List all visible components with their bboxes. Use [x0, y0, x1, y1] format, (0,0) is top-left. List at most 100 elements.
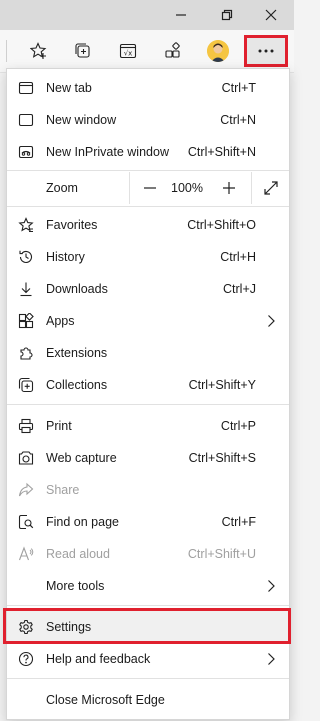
menu-shortcut: Ctrl+N	[220, 113, 256, 127]
add-favorite-icon	[30, 42, 47, 59]
menu-label: History	[46, 250, 85, 264]
menu-label: Find on page	[46, 515, 119, 529]
extensions-button[interactable]	[158, 36, 188, 66]
menu-item-extensions[interactable]: Extensions	[7, 337, 289, 369]
menu-shortcut: Ctrl+Shift+S	[188, 451, 256, 465]
menu-divider	[7, 206, 289, 207]
menu-item-apps[interactable]: Apps	[7, 305, 289, 337]
menu-label: Print	[46, 419, 72, 433]
close-window-button[interactable]	[248, 0, 294, 30]
chevron-right-icon	[268, 653, 275, 665]
menu-divider	[7, 404, 289, 405]
history-icon	[19, 250, 33, 263]
menu-item-find-on-page[interactable]: Find on page Ctrl+F	[7, 506, 289, 538]
fullscreen-button[interactable]	[262, 179, 280, 197]
menu-divider	[7, 678, 289, 679]
zoom-in-button[interactable]	[219, 178, 239, 198]
collections-icon	[75, 43, 90, 58]
restore-button[interactable]	[204, 0, 250, 30]
menu-label: Read aloud	[46, 547, 110, 561]
menu-item-more-tools[interactable]: More tools	[7, 570, 289, 602]
new-tab-icon	[18, 81, 34, 95]
menu-item-help-and-feedback[interactable]: Help and feedback	[7, 643, 289, 675]
menu-item-close-edge[interactable]: Close Microsoft Edge	[7, 684, 289, 716]
chevron-right-icon	[268, 315, 275, 327]
menu-label: Downloads	[46, 282, 108, 296]
chevron-right-icon	[268, 580, 275, 592]
toolbar-divider	[0, 40, 7, 62]
menu-item-share[interactable]: Share	[7, 474, 289, 506]
menu-label: Extensions	[46, 346, 108, 360]
find-icon	[18, 514, 34, 530]
menu-divider	[7, 170, 289, 171]
add-favorite-button[interactable]	[24, 36, 54, 66]
svg-text:√x: √x	[124, 50, 133, 58]
menu-label: New tab	[46, 81, 92, 95]
menu-label: Collections	[46, 378, 108, 392]
help-icon	[18, 651, 34, 667]
menu-item-web-capture[interactable]: Web capture Ctrl+Shift+S	[7, 442, 289, 474]
profile-avatar[interactable]	[207, 40, 229, 62]
zoom-value: 100%	[171, 181, 203, 195]
menu-label: More tools	[46, 579, 105, 593]
menu-label: New window	[46, 113, 117, 127]
zoom-row: Zoom 100%	[7, 172, 289, 204]
menu-item-print[interactable]: Print Ctrl+P	[7, 410, 289, 442]
new-window-icon	[18, 113, 34, 127]
close-icon	[265, 9, 277, 21]
menu-item-favorites[interactable]: Favorites Ctrl+Shift+O	[7, 209, 289, 241]
menu-shortcut: Ctrl+Shift+U	[187, 547, 256, 561]
menu-item-collections[interactable]: Collections Ctrl+Shift+Y	[7, 369, 289, 401]
print-icon	[18, 418, 34, 434]
menu-shortcut: Ctrl+Shift+Y	[188, 378, 256, 392]
settings-menu: New tab Ctrl+T New window Ctrl+N New InP…	[3, 68, 291, 720]
menu-item-downloads[interactable]: Downloads Ctrl+J	[7, 273, 289, 305]
minimize-icon	[176, 14, 186, 16]
settings-and-more-button[interactable]	[244, 35, 288, 67]
menu-label: Web capture	[46, 451, 117, 465]
menu-item-new-inprivate-window[interactable]: New InPrivate window Ctrl+Shift+N	[7, 136, 289, 168]
menu-shortcut: Ctrl+F	[221, 515, 256, 529]
fullscreen-icon	[264, 181, 278, 195]
zoom-divider	[251, 172, 252, 204]
menu-label: Apps	[46, 314, 75, 328]
plus-icon	[223, 182, 235, 194]
collections-button[interactable]	[68, 36, 98, 66]
inprivate-icon	[18, 145, 34, 159]
menu-label: Help and feedback	[46, 652, 151, 666]
menu-label: Close Microsoft Edge	[46, 693, 165, 707]
minimize-button[interactable]	[158, 0, 204, 30]
favorites-icon	[18, 217, 34, 232]
more-icon	[258, 49, 274, 53]
menu-shortcut: Ctrl+P	[220, 419, 256, 433]
menu-item-new-window[interactable]: New window Ctrl+N	[7, 104, 289, 136]
read-aloud-icon	[18, 546, 34, 561]
menu-shortcut: Ctrl+H	[220, 250, 256, 264]
menu-shortcut: Ctrl+J	[223, 282, 256, 296]
extensions-icon	[20, 347, 33, 360]
menu-label: New InPrivate window	[46, 145, 169, 159]
menu-item-history[interactable]: History Ctrl+H	[7, 241, 289, 273]
math-solver-button[interactable]: √x	[113, 36, 143, 66]
menu-shortcut: Ctrl+Shift+O	[187, 218, 256, 232]
download-icon	[20, 282, 32, 297]
menu-label: Favorites	[46, 218, 98, 232]
menu-item-read-aloud[interactable]: Read aloud Ctrl+Shift+U	[7, 538, 289, 570]
zoom-out-button[interactable]	[140, 178, 160, 198]
menu-item-new-tab[interactable]: New tab Ctrl+T	[7, 72, 289, 104]
minus-icon	[144, 187, 156, 189]
menu-shortcut: Ctrl+Shift+N	[187, 145, 256, 159]
restore-icon	[221, 9, 233, 21]
title-bar	[0, 0, 294, 30]
web-capture-icon	[18, 451, 34, 465]
math-solver-icon: √x	[119, 43, 137, 59]
zoom-divider	[129, 172, 130, 204]
collections-icon	[18, 377, 34, 393]
share-icon	[18, 482, 34, 497]
apps-icon	[18, 313, 34, 329]
menu-label: Share	[46, 483, 80, 497]
menu-shortcut: Ctrl+T	[221, 81, 256, 95]
zoom-label: Zoom	[46, 181, 78, 195]
menu-divider	[7, 605, 289, 606]
extensions-icon	[165, 42, 180, 58]
